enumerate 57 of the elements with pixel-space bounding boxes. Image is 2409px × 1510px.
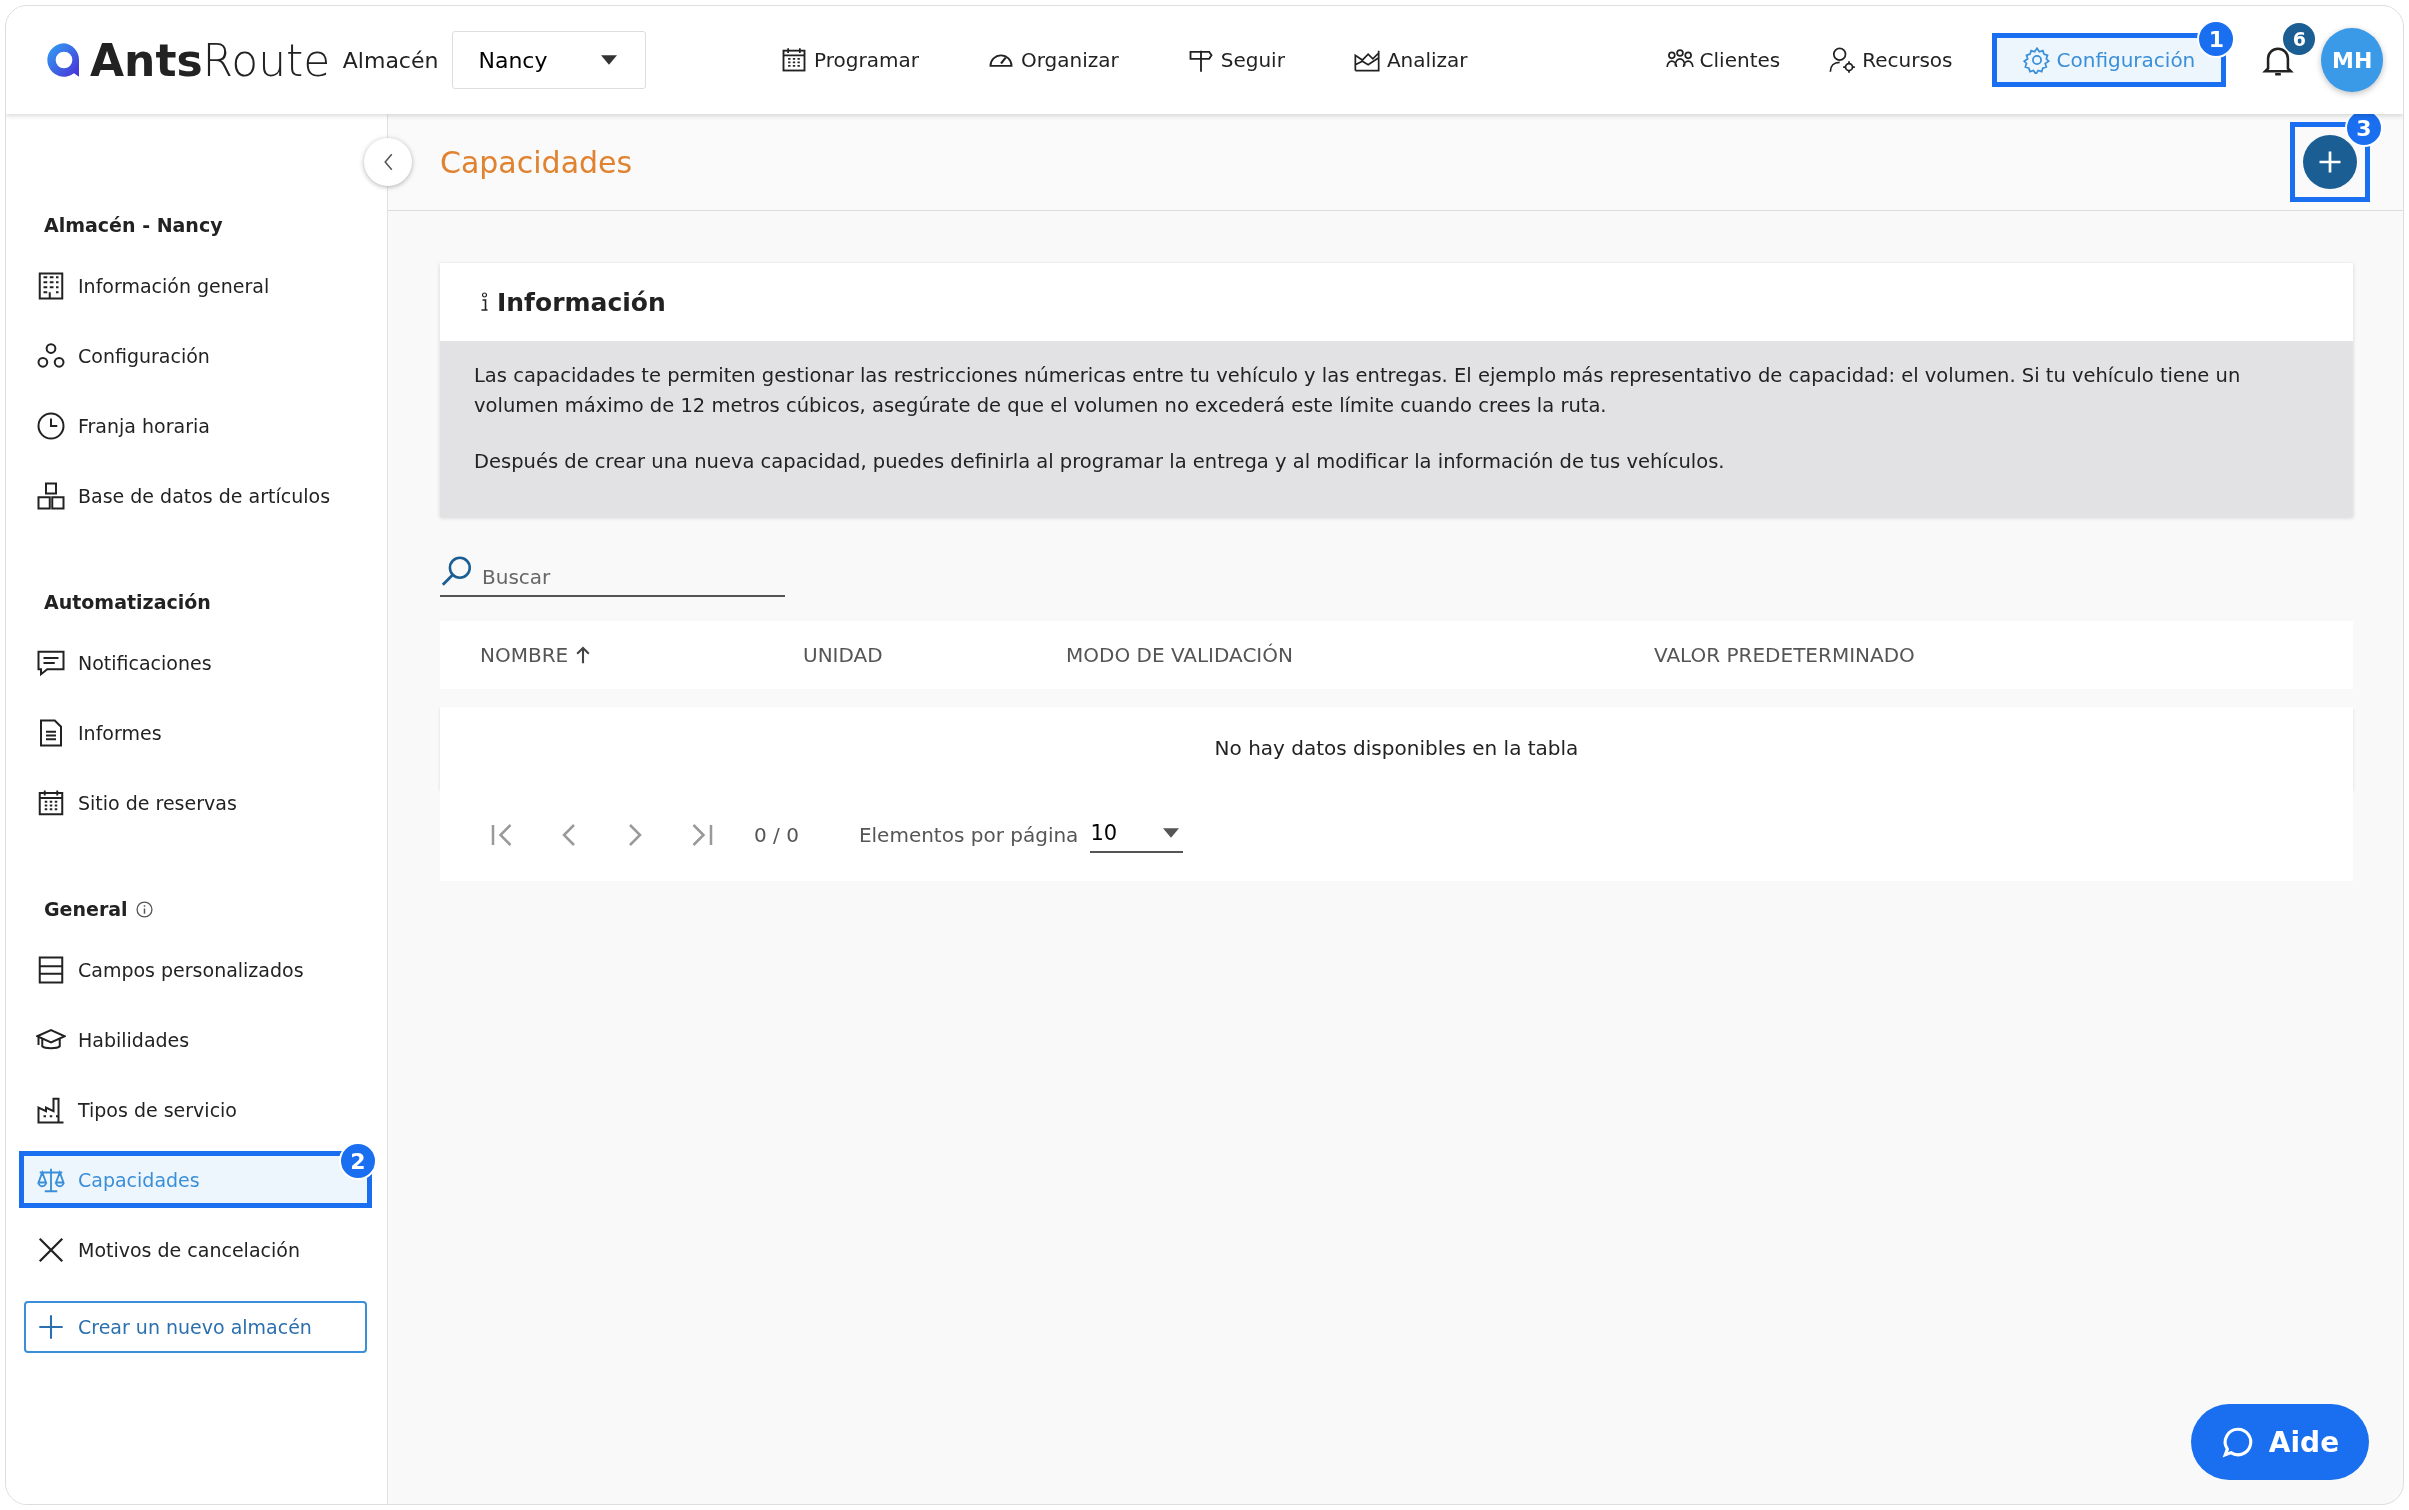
chat-bubble-icon — [2220, 1425, 2255, 1459]
sidebar-item[interactable]: Franja horaria — [24, 402, 367, 449]
search-field[interactable]: Buscar — [482, 565, 772, 595]
info-icon — [135, 900, 153, 918]
page-title: Capacidades — [440, 144, 633, 180]
warehouse-label: Almacén — [342, 47, 439, 73]
caret-icon — [601, 55, 618, 65]
info-title: Información — [497, 287, 666, 317]
boxes-icon — [36, 480, 66, 511]
plus-icon — [38, 1314, 64, 1340]
column-header[interactable]: UNIDAD — [803, 643, 1066, 667]
column-header[interactable]: VALOR PREDETERMINADO — [1654, 643, 1915, 667]
warehouse-dropdown[interactable]: Nancy — [452, 31, 647, 89]
sidebar-item[interactable]: Habilidades — [24, 1016, 367, 1063]
settings-icon — [2022, 46, 2051, 74]
column-header[interactable]: NOMBRE — [480, 643, 803, 667]
sidebar-item[interactable]: Campos personalizados — [24, 946, 367, 993]
building-icon — [36, 270, 66, 301]
add-button[interactable] — [2303, 135, 2357, 189]
empty-message: No hay datos disponibles en la tabla — [1214, 736, 1579, 760]
help-button[interactable]: Aide — [2191, 1404, 2369, 1480]
sidebar-item[interactable]: Notificaciones — [24, 639, 367, 686]
chevron-left-icon — [382, 153, 394, 171]
section-title: General — [44, 898, 128, 920]
nav-item[interactable]: Analizar — [1348, 38, 1472, 82]
sidebar-item[interactable]: Sitio de reservas — [24, 779, 367, 826]
step-badge: 2 — [339, 1142, 377, 1180]
nav-item[interactable]: Clientes — [1661, 38, 1785, 82]
create-warehouse-button[interactable]: Crear un nuevo almacén — [24, 1301, 367, 1353]
section-title: Almacén - Nancy — [44, 214, 223, 236]
sidebar-item[interactable]: Motivos de cancelación — [24, 1226, 367, 1273]
info-paragraph: Las capacidades te permiten gestionar las restricciones númericas entre tu vehículo y las entregas. El ejemplo más representativo de capacidad: el volumen. Si tu vehículo tiene un volumen máximo de 12 metros cúbicos, asegúrate de que el volumen no excederá este límite cuando crees la ruta. — [474, 363, 2242, 419]
collapse-button[interactable] — [364, 138, 412, 186]
caret-icon — [1163, 828, 1180, 838]
sidebar-item[interactable]: Informes — [24, 709, 367, 756]
sidebar-item[interactable]: Configuración — [24, 332, 367, 379]
per-page-dropdown[interactable]: 10 — [1090, 817, 1184, 853]
nav-item[interactable]: Recursos — [1824, 38, 1957, 82]
rows-icon — [36, 954, 66, 985]
clock-icon — [36, 410, 66, 441]
notification-count: 6 — [2283, 23, 2316, 55]
column-header[interactable]: MODO DE VALIDACIÓN — [1066, 643, 1654, 667]
user-gear-icon — [1828, 46, 1857, 74]
step-badge: 1 — [2197, 20, 2236, 58]
sidebar-item[interactable]: Base de datos de artículos — [24, 472, 367, 519]
sidebar-item[interactable]: Información general — [24, 262, 367, 309]
nav-item[interactable]: Programar — [776, 38, 923, 82]
nav-item[interactable]: Organizar — [982, 38, 1123, 82]
sidebar-item[interactable]: Tipos de servicio — [24, 1086, 367, 1133]
logo-text: AntsRoute — [90, 34, 331, 86]
section-title: Automatización — [44, 591, 211, 613]
gears-icon — [36, 340, 66, 371]
info-paragraph: Después de crear una nueva capacidad, puedes definirla al programar la entrega y al modificar la información de tus vehículos. — [474, 449, 1726, 475]
per-page-label: Elementos por página — [858, 823, 1079, 847]
nav-item[interactable]: Seguir — [1182, 38, 1289, 82]
info-icon — [480, 292, 489, 312]
page-range: 0 / 0 — [754, 823, 799, 847]
